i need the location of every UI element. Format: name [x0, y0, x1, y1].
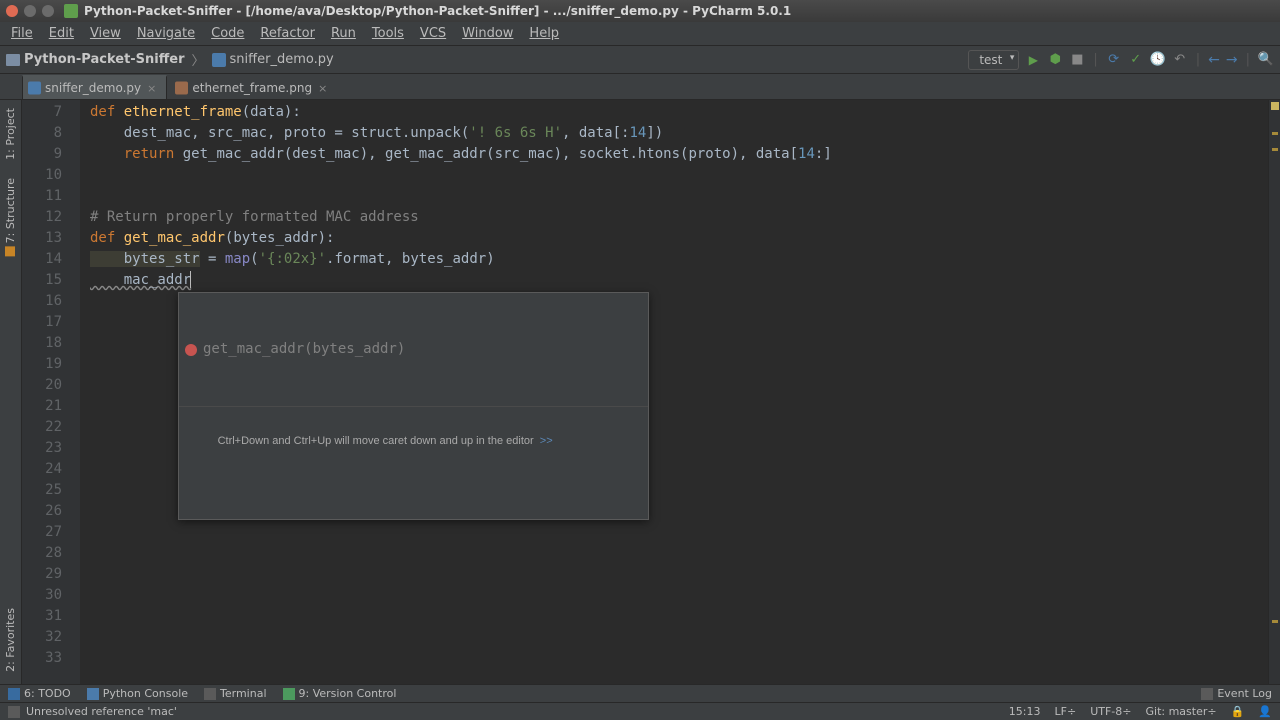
error-icon — [185, 344, 197, 356]
python-file-icon — [212, 53, 226, 67]
status-message: Unresolved reference 'mac' — [26, 705, 177, 718]
editor-tabs: sniffer_demo.py × ethernet_frame.png × — [0, 74, 1280, 100]
tab-close-icon[interactable]: × — [318, 82, 327, 95]
debug-icon[interactable]: ⬢ — [1047, 52, 1063, 68]
editor-gutter[interactable]: 7 8 9 10 11 12 13 14 15 16 17 18 19 20 2… — [22, 100, 80, 684]
git-branch[interactable]: Git: master÷ — [1145, 705, 1216, 718]
nav-forward-icon[interactable]: → — [1226, 52, 1238, 68]
breadcrumb-root[interactable]: Python-Packet-Sniffer — [24, 52, 185, 67]
window-title: Python-Packet-Sniffer - [/home/ava/Deskt… — [84, 4, 791, 18]
tool-window-event-log[interactable]: Event Log — [1201, 687, 1272, 700]
warning-marker[interactable] — [1272, 148, 1278, 151]
todo-icon — [8, 688, 20, 700]
tab-label: ethernet_frame.png — [192, 81, 312, 95]
tool-window-python-console[interactable]: Python Console — [87, 687, 188, 700]
text-caret — [190, 271, 191, 288]
run-icon[interactable]: ▶ — [1025, 52, 1041, 68]
lock-icon[interactable]: 🔒 — [1231, 705, 1245, 718]
menu-code[interactable]: Code — [204, 24, 251, 43]
menu-edit[interactable]: Edit — [42, 24, 81, 43]
warning-marker[interactable] — [1272, 620, 1278, 623]
stop-icon[interactable]: ■ — [1069, 52, 1085, 68]
menu-window[interactable]: Window — [455, 24, 520, 43]
menu-help[interactable]: Help — [522, 24, 566, 43]
analysis-indicator-icon[interactable] — [1271, 102, 1279, 110]
file-encoding[interactable]: UTF-8÷ — [1090, 705, 1131, 718]
hint-link[interactable]: >> — [540, 435, 553, 447]
app-icon — [64, 4, 78, 18]
structure-icon — [6, 246, 16, 256]
menu-navigate[interactable]: Navigate — [130, 24, 202, 43]
update-project-icon[interactable]: ⟳ — [1106, 52, 1122, 68]
breadcrumb-separator-icon: 〉 — [192, 50, 205, 69]
menu-file[interactable]: File — [4, 24, 40, 43]
completion-item[interactable]: get_mac_addr(bytes_addr) — [179, 335, 648, 364]
editor-scrollbar[interactable] — [1268, 100, 1280, 684]
window-minimize-button[interactable] — [24, 5, 36, 17]
history-icon[interactable]: 🕓 — [1150, 52, 1166, 68]
line-separator[interactable]: LF÷ — [1055, 705, 1077, 718]
menu-vcs[interactable]: VCS — [413, 24, 453, 43]
code-completion-popup[interactable]: get_mac_addr(bytes_addr) Ctrl+Down and C… — [178, 292, 649, 520]
tool-window-version-control[interactable]: 9: Version Control — [283, 687, 397, 700]
menu-run[interactable]: Run — [324, 24, 363, 43]
menu-view[interactable]: View — [83, 24, 128, 43]
commit-icon[interactable]: ✓ — [1128, 52, 1144, 68]
breadcrumb-file[interactable]: sniffer_demo.py — [230, 52, 334, 67]
run-config-selector[interactable]: test — [968, 50, 1019, 70]
tool-window-terminal[interactable]: Terminal — [204, 687, 267, 700]
tool-window-structure[interactable]: 7: Structure — [4, 174, 17, 260]
completion-hint: Ctrl+Down and Ctrl+Up will move caret do… — [179, 406, 648, 477]
tool-windows-toggle-icon[interactable] — [8, 706, 20, 718]
folder-icon — [6, 54, 20, 66]
caret-position[interactable]: 15:13 — [1009, 705, 1041, 718]
toolbar-separator: | — [1246, 52, 1250, 67]
vcs-icon — [283, 688, 295, 700]
editor[interactable]: def ethernet_frame(data): dest_mac, src_… — [80, 100, 1268, 684]
completion-label: get_mac_addr(bytes_addr) — [203, 339, 405, 360]
menu-tools[interactable]: Tools — [365, 24, 411, 43]
window-close-button[interactable] — [6, 5, 18, 17]
terminal-icon — [204, 688, 216, 700]
menu-refactor[interactable]: Refactor — [253, 24, 322, 43]
tab-label: sniffer_demo.py — [45, 81, 141, 95]
event-log-icon — [1201, 688, 1213, 700]
window-maximize-button[interactable] — [42, 5, 54, 17]
search-icon[interactable]: 🔍 — [1258, 52, 1274, 68]
menubar: File Edit View Navigate Code Refactor Ru… — [0, 22, 1280, 46]
tool-window-project[interactable]: 1: Project — [4, 104, 17, 164]
revert-icon[interactable]: ↶ — [1172, 52, 1188, 68]
toolbar-separator: | — [1196, 52, 1200, 67]
breadcrumb: Python-Packet-Sniffer 〉 sniffer_demo.py — [6, 50, 334, 69]
left-tool-strip: 1: Project 7: Structure 2: Favorites — [0, 100, 22, 684]
tool-window-favorites[interactable]: 2: Favorites — [4, 604, 17, 676]
python-icon — [87, 688, 99, 700]
toolbar-separator: | — [1093, 52, 1097, 67]
warning-marker[interactable] — [1272, 132, 1278, 135]
hector-icon[interactable]: 👤 — [1258, 705, 1272, 718]
tab-sniffer-demo[interactable]: sniffer_demo.py × — [22, 75, 167, 99]
tab-close-icon[interactable]: × — [147, 82, 156, 95]
tab-ethernet-frame[interactable]: ethernet_frame.png × — [169, 76, 338, 99]
tool-window-todo[interactable]: 6: TODO — [8, 687, 71, 700]
nav-back-icon[interactable]: ← — [1208, 52, 1220, 68]
